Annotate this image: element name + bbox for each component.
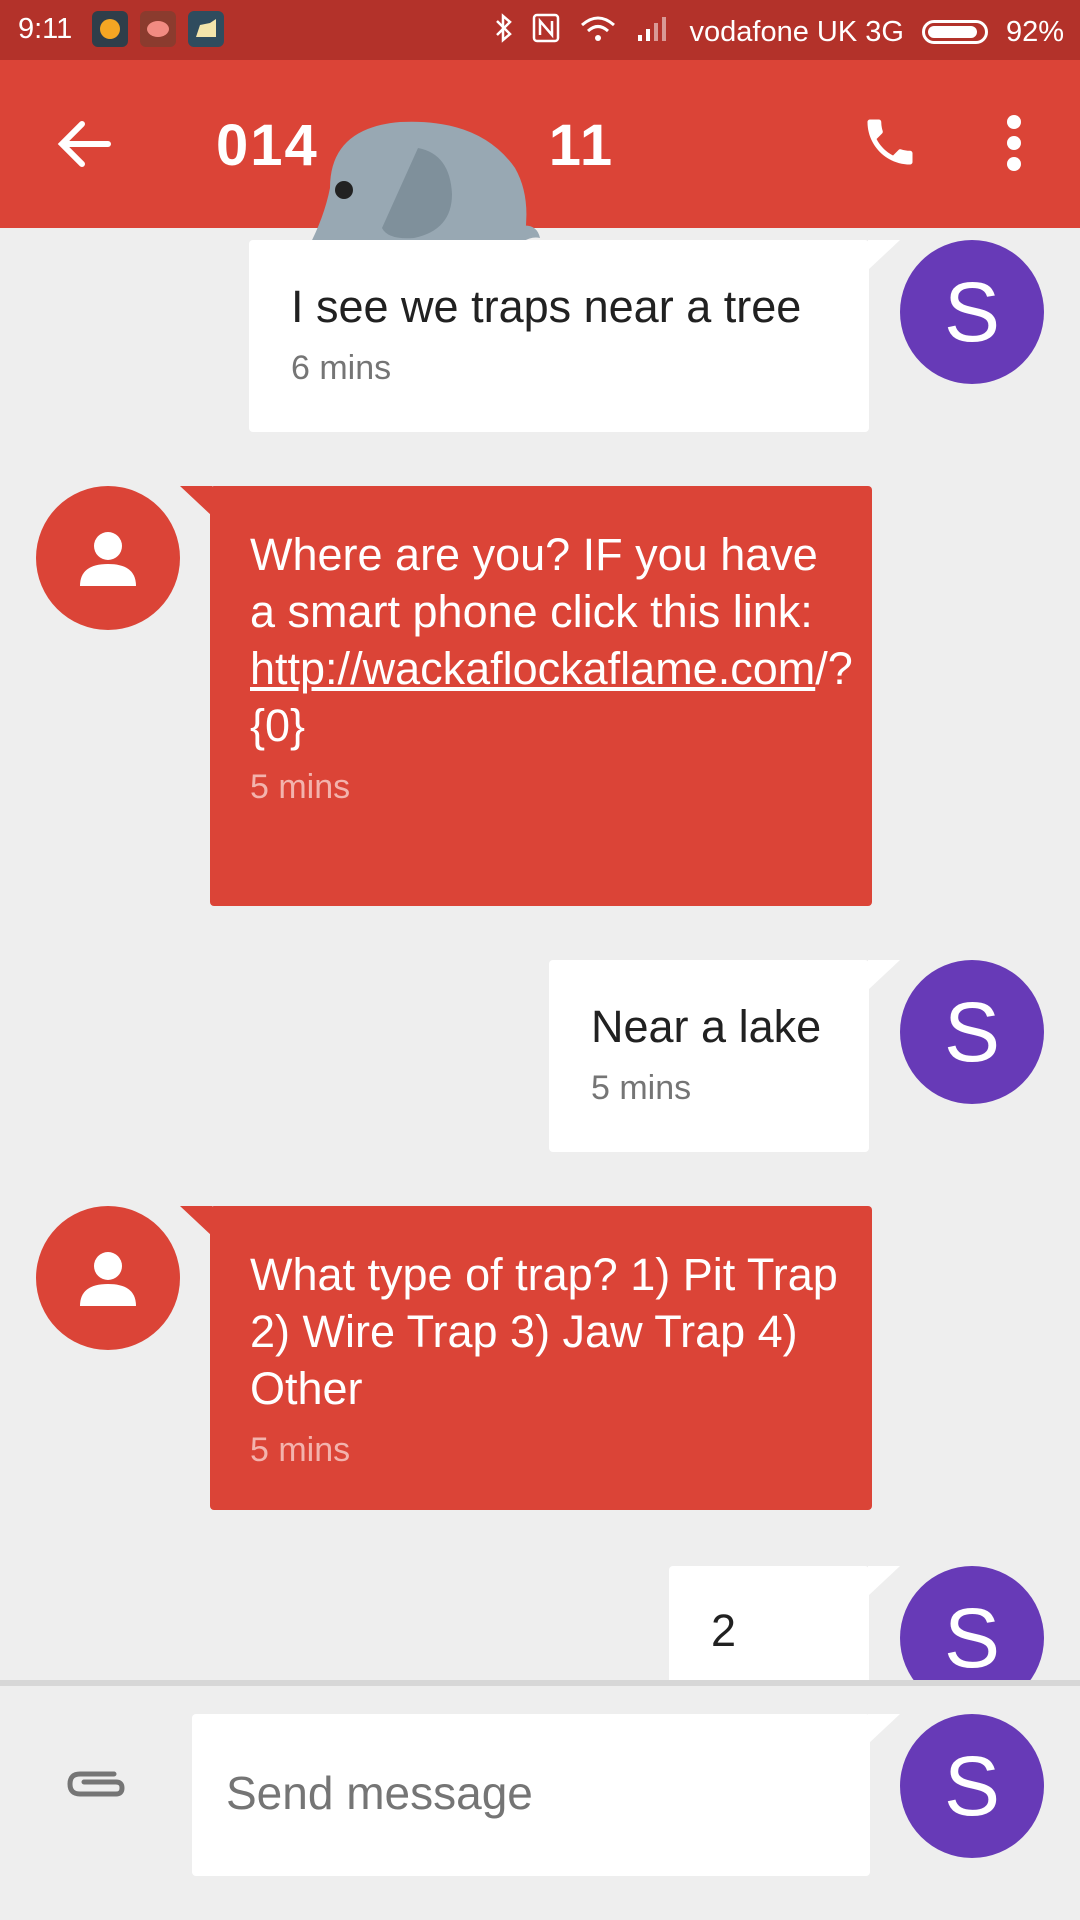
message-text: Where are you? IF you have a smart phone… bbox=[250, 529, 853, 751]
back-arrow-icon[interactable] bbox=[56, 118, 112, 175]
message-text: Near a lake bbox=[591, 1001, 822, 1052]
avatar[interactable] bbox=[36, 486, 180, 630]
signal-icon bbox=[636, 13, 672, 51]
bubble-tail bbox=[180, 486, 212, 516]
message-time: 5 mins bbox=[591, 1069, 692, 1107]
phone-icon[interactable] bbox=[860, 112, 920, 177]
nfc-icon bbox=[532, 13, 560, 51]
status-time: 9:11 bbox=[18, 13, 73, 45]
app-icon-2 bbox=[140, 11, 176, 47]
bubble-tail bbox=[180, 1206, 212, 1236]
message-composer: Send message S bbox=[0, 1680, 1080, 1920]
status-bar: 9:11 vodafone UK 3G 92% bbox=[0, 0, 1080, 60]
message-time: 5 mins bbox=[250, 1431, 351, 1469]
message-bubble-outgoing[interactable]: What type of trap? 1) Pit Trap 2) Wire T… bbox=[210, 1206, 872, 1510]
app-bar: 014 11 bbox=[0, 60, 1080, 299]
message-text: 2 bbox=[711, 1605, 737, 1656]
message-bubble-incoming[interactable]: 2 bbox=[669, 1566, 869, 1696]
person-icon bbox=[80, 532, 136, 586]
message-bubble-outgoing[interactable]: Where are you? IF you have a smart phone… bbox=[210, 486, 872, 906]
message-bubble-incoming[interactable]: I see we traps near a tree 6 mins bbox=[249, 240, 869, 432]
bubble-tail bbox=[868, 240, 900, 270]
message-link[interactable]: http://wackaflockaflame.com bbox=[250, 643, 815, 694]
bubble-tail bbox=[868, 960, 900, 990]
avatar[interactable]: S bbox=[900, 240, 1044, 384]
battery-percent: 92% bbox=[1005, 15, 1064, 48]
send-message-input[interactable]: Send message bbox=[192, 1714, 870, 1876]
message-bubble-incoming[interactable]: Near a lake 5 mins bbox=[549, 960, 869, 1152]
battery-icon bbox=[921, 20, 988, 44]
bubble-tail bbox=[868, 1714, 900, 1744]
attachment-icon[interactable] bbox=[64, 1764, 128, 1809]
message-text: What type of trap? 1) Pit Trap 2) Wire T… bbox=[250, 1249, 838, 1414]
bluetooth-icon bbox=[494, 13, 514, 51]
app-icon-3 bbox=[188, 11, 224, 47]
app-icon-1 bbox=[92, 11, 128, 47]
avatar[interactable]: S bbox=[900, 960, 1044, 1104]
bubble-tail bbox=[868, 1566, 900, 1596]
message-text: I see we traps near a tree bbox=[291, 281, 802, 332]
carrier-label: vodafone UK 3G bbox=[689, 15, 904, 48]
message-time: 5 mins bbox=[250, 768, 351, 806]
person-icon bbox=[80, 1252, 136, 1306]
wifi-icon bbox=[578, 13, 618, 51]
sender-avatar[interactable]: S bbox=[900, 1714, 1044, 1858]
avatar[interactable] bbox=[36, 1206, 180, 1350]
more-vert-icon[interactable] bbox=[998, 114, 1030, 177]
message-time: 6 mins bbox=[291, 349, 392, 387]
